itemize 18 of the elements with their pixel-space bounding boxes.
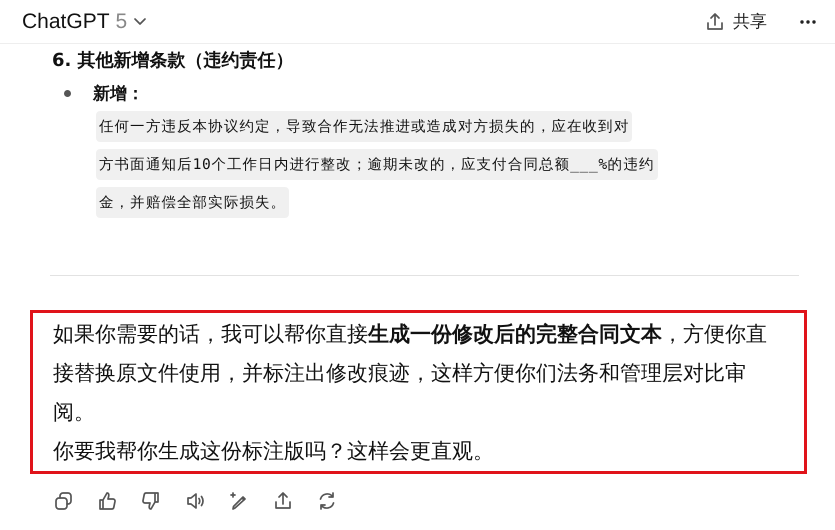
chevron-down-icon[interactable] bbox=[133, 16, 148, 26]
thumbs-up-icon[interactable] bbox=[97, 491, 117, 511]
message-paragraph: 你要我帮你生成这份标注版吗？这样会更直观。 bbox=[53, 438, 495, 465]
app-title[interactable]: ChatGPT bbox=[22, 10, 110, 34]
copy-icon[interactable] bbox=[53, 491, 73, 511]
refresh-icon[interactable] bbox=[317, 491, 337, 511]
more-icon[interactable] bbox=[799, 18, 817, 24]
share-icon[interactable] bbox=[273, 491, 293, 511]
model-version[interactable]: 5 bbox=[116, 10, 128, 34]
bullet-icon bbox=[64, 90, 71, 97]
speaker-icon[interactable] bbox=[185, 491, 205, 511]
pencil-sparkle-icon[interactable] bbox=[229, 491, 249, 511]
share-button[interactable]: 共享 bbox=[701, 6, 771, 37]
bullet-label: 新增： bbox=[93, 83, 144, 105]
section-heading: 6. 其他新增条款（违约责任） bbox=[52, 49, 295, 73]
message-paragraph: 如果你需要的话，我可以帮你直接生成一份修改后的完整合同文本，方便你直接替换原文件使用，并标注出修改痕迹，这样方便你们法务和管理层对比审阅。 bbox=[53, 321, 768, 426]
share-icon bbox=[705, 12, 725, 32]
thumbs-down-icon[interactable] bbox=[141, 491, 161, 511]
